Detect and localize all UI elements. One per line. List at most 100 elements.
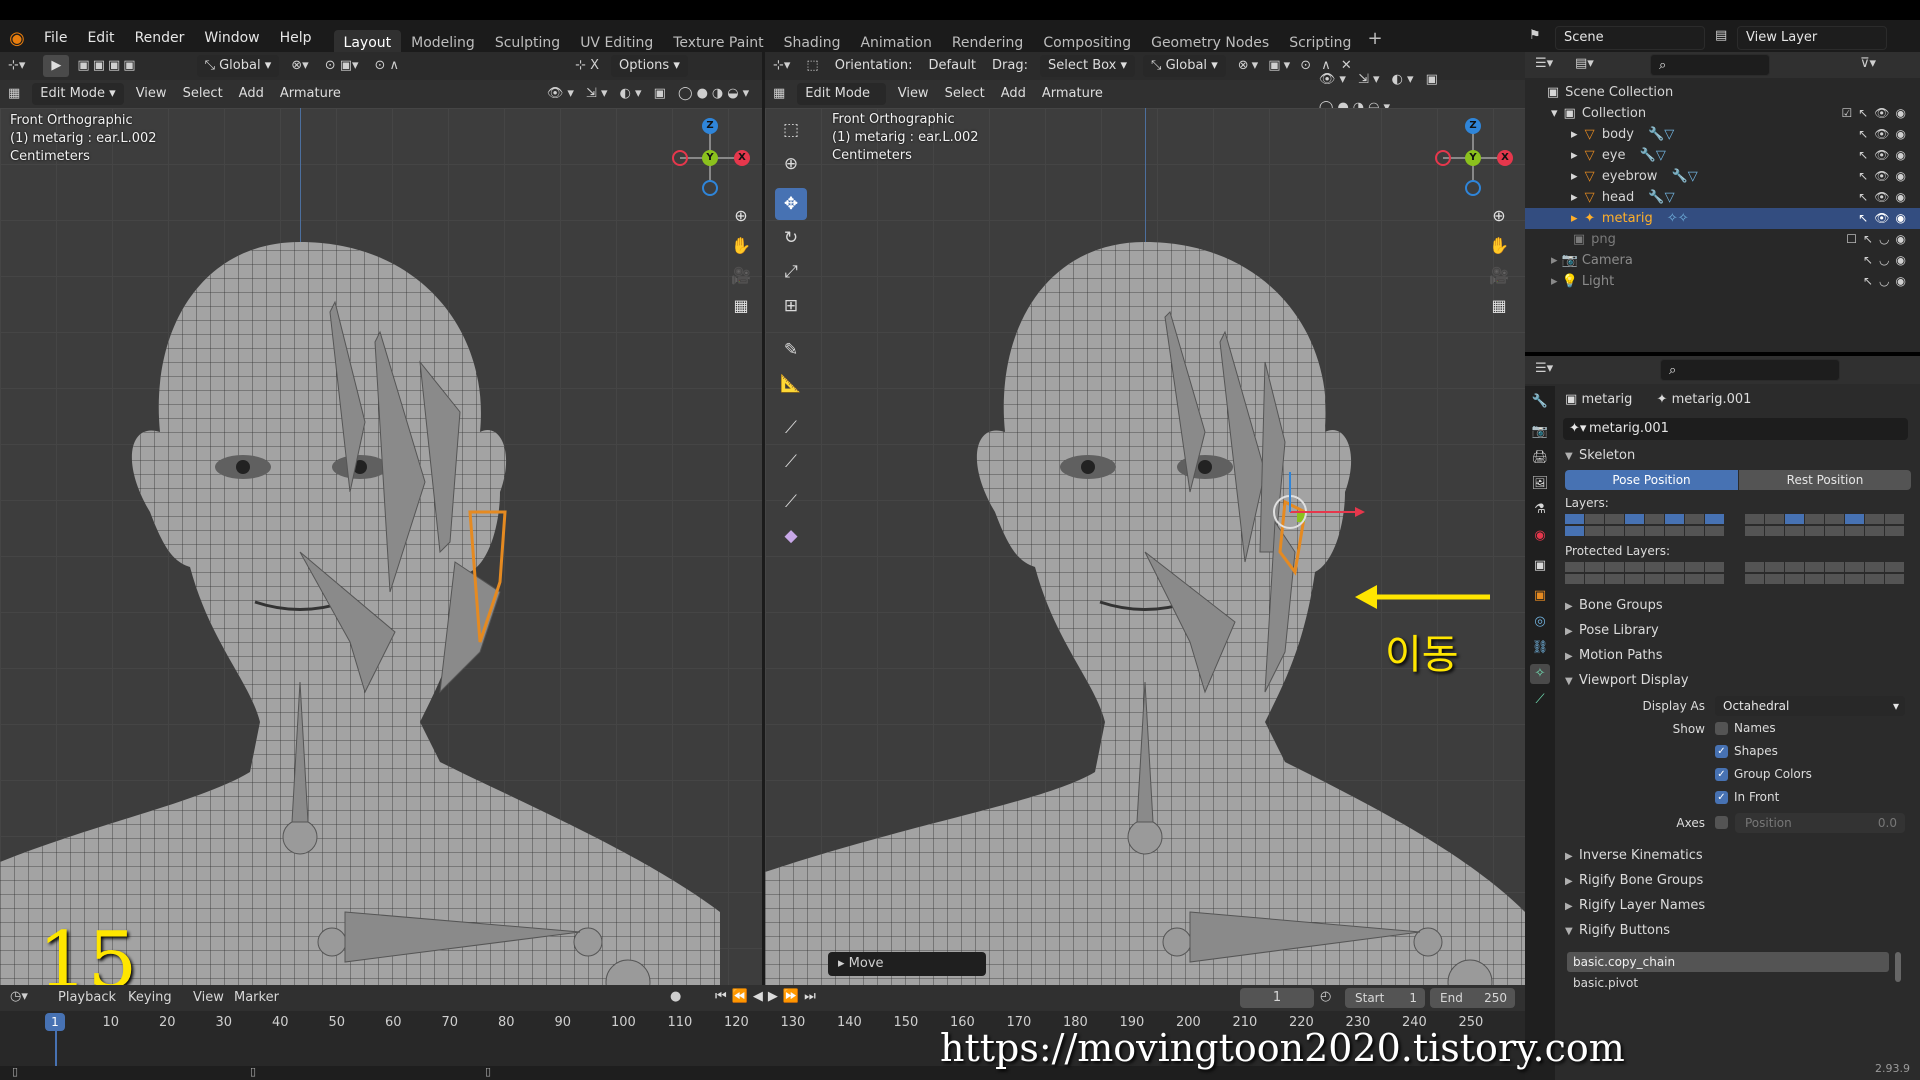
object-tab-icon[interactable]: ▣ bbox=[1530, 586, 1550, 606]
panel-motion-paths[interactable]: ▶ Motion Paths bbox=[1555, 644, 1920, 668]
ortho-grid-icon[interactable]: ▦ bbox=[727, 292, 755, 320]
menu-view-right[interactable]: View bbox=[890, 80, 937, 108]
playhead[interactable]: 1 bbox=[45, 1013, 65, 1031]
record-icon[interactable]: ● bbox=[670, 989, 681, 1004]
bone-envelope-tool-icon[interactable]: ⟋ bbox=[775, 446, 807, 478]
transform-orientation-dropdown[interactable]: ⤡ Global ▾ bbox=[196, 55, 280, 77]
gizmo-neg-x-icon[interactable] bbox=[672, 150, 688, 166]
display-as-dropdown[interactable]: Octahedral ▾ bbox=[1715, 696, 1905, 716]
gizmo-x-icon-right[interactable]: X bbox=[1497, 150, 1513, 166]
bone-tab-icon[interactable]: ⟋ bbox=[1530, 690, 1550, 710]
gizmo-z-icon-right[interactable]: Z bbox=[1465, 118, 1481, 134]
panel-rigify-bone-groups[interactable]: ▶ Rigify Bone Groups bbox=[1555, 869, 1920, 893]
snap-icon[interactable]: ⊙ ▣▾ bbox=[317, 52, 367, 80]
list-scrollbar[interactable] bbox=[1895, 952, 1901, 982]
item-toggles-head[interactable]: ↖👁◉ bbox=[1858, 187, 1912, 208]
constraints-tab-icon[interactable]: ⛓ bbox=[1530, 638, 1550, 658]
right-3d-viewport[interactable]: ⊹▾ ⬚ Orientation: Default Drag: Select B… bbox=[765, 52, 1525, 985]
end-frame-field[interactable]: End 250 bbox=[1430, 988, 1515, 1008]
gizmo-neg-z-icon[interactable] bbox=[702, 180, 718, 196]
editor-type-icon-right[interactable]: ⊹▾ bbox=[765, 52, 798, 80]
scene-field[interactable]: Scene bbox=[1555, 26, 1705, 50]
properties-search-input[interactable]: ⌕ bbox=[1660, 359, 1840, 381]
rigify-list-item[interactable]: basic.copy_chain bbox=[1567, 952, 1889, 972]
navigation-gizmo[interactable]: Z Y X bbox=[670, 118, 750, 198]
menu-render[interactable]: Render bbox=[125, 20, 195, 56]
transform-tool-icon[interactable]: ⊞ bbox=[775, 290, 807, 322]
menu-add-right[interactable]: Add bbox=[993, 80, 1034, 108]
outliner-item-body[interactable]: ▸ ▽ body 🔧▽ ↖👁◉ bbox=[1525, 124, 1920, 145]
rotate-tool-icon[interactable]: ↻ bbox=[775, 222, 807, 254]
pose-position-button[interactable]: Pose Position bbox=[1565, 470, 1738, 490]
orientation-value[interactable]: Default bbox=[921, 52, 985, 80]
options-dropdown[interactable]: Options ▾ bbox=[611, 55, 688, 77]
annotate-tool-icon[interactable]: ✎ bbox=[775, 334, 807, 366]
outliner-item-light[interactable]: ▸ 💡 Light ↖◡◉ bbox=[1525, 271, 1920, 292]
menu-view[interactable]: View bbox=[128, 80, 175, 108]
stopwatch-icon[interactable]: ◴ bbox=[1320, 989, 1331, 1004]
mode-dropdown[interactable]: Edit Mode ▾ bbox=[32, 83, 124, 105]
physics-tab-icon[interactable]: ◎ bbox=[1530, 612, 1550, 632]
panel-pose-library[interactable]: ▶ Pose Library bbox=[1555, 619, 1920, 643]
select-box-tool-icon[interactable]: ⬚ bbox=[775, 114, 807, 146]
display-mode-icon[interactable]: ▤▾ bbox=[1575, 56, 1594, 71]
protected-layer-grid[interactable] bbox=[1565, 562, 1915, 586]
outliner-editor-icon[interactable]: ☰▾ bbox=[1535, 56, 1553, 71]
outliner-collection[interactable]: ▾ ▣ Collection ☑↖👁◉ bbox=[1525, 103, 1920, 124]
menu-edit[interactable]: Edit bbox=[77, 20, 124, 56]
world-tab-icon[interactable]: ◉ bbox=[1530, 526, 1550, 546]
outliner-scene-collection[interactable]: ▣ Scene Collection bbox=[1525, 82, 1920, 103]
outliner-item-metarig[interactable]: ▸ ✦ metarig ✧✧ ↖👁◉ bbox=[1525, 208, 1920, 229]
gizmo-x-icon[interactable]: X bbox=[734, 150, 750, 166]
camera-view-icon[interactable]: 🎥 bbox=[727, 262, 755, 290]
move-tool-icon[interactable]: ✥ bbox=[775, 188, 807, 220]
tool-tab-icon[interactable]: 🔧 bbox=[1530, 392, 1550, 412]
menu-armature-right[interactable]: Armature bbox=[1034, 80, 1111, 108]
menu-add[interactable]: Add bbox=[231, 80, 272, 108]
item-toggles-eyebrow[interactable]: ↖👁◉ bbox=[1858, 166, 1912, 187]
axes-checkbox[interactable] bbox=[1715, 815, 1734, 830]
viewport-shading-icons[interactable]: 👁▾ ⇲▾ ◐▾ ▣ ◯●◑◒▾ bbox=[539, 80, 761, 108]
blender-logo-icon[interactable]: ◉ bbox=[0, 20, 34, 56]
last-operator-panel[interactable]: ▸ Move bbox=[828, 952, 986, 976]
ortho-grid-icon-right[interactable]: ▦ bbox=[1485, 292, 1513, 320]
cursor-tool-icon[interactable]: ⊕ bbox=[775, 148, 807, 180]
left-3d-viewport[interactable]: ⊹▾ ▶ ▣▣▣▣ ⤡ Global ▾ ⊗▾ ⊙ ▣▾ ⊙ ∧ ⊹ X Opt… bbox=[0, 52, 762, 985]
select-mode-icons[interactable]: ▣▣▣▣ bbox=[69, 52, 146, 80]
drag-dropdown[interactable]: Select Box ▾ bbox=[1039, 55, 1136, 77]
output-tab-icon[interactable]: 🖨 bbox=[1530, 448, 1550, 468]
panel-rigify-buttons[interactable]: ▼ Rigify Buttons bbox=[1555, 919, 1920, 943]
view-layer-field[interactable]: View Layer bbox=[1737, 26, 1887, 50]
panel-inverse-kinematics[interactable]: ▶ Inverse Kinematics bbox=[1555, 844, 1920, 868]
proportional-icon[interactable]: ⊙ ∧ bbox=[367, 52, 408, 80]
show-names-checkbox[interactable]: Names bbox=[1715, 721, 1776, 735]
rest-position-button[interactable]: Rest Position bbox=[1739, 470, 1911, 490]
menu-marker[interactable]: Marker bbox=[234, 990, 279, 1005]
armature-data-tab-icon[interactable]: ✧ bbox=[1530, 664, 1550, 684]
item-toggles-camera[interactable]: ↖◡◉ bbox=[1863, 250, 1912, 271]
editor-type-icon[interactable]: ⊹▾ bbox=[0, 52, 33, 80]
timeline-editor-icon[interactable]: ◷▾ bbox=[10, 989, 28, 1004]
item-toggles-light[interactable]: ↖◡◉ bbox=[1863, 271, 1912, 292]
transform-orientation-dropdown-right[interactable]: ⤡ Global ▾ bbox=[1143, 55, 1226, 77]
zoom-icon[interactable]: ⊕ bbox=[727, 202, 755, 230]
show-group-colors-checkbox[interactable]: ✓ Group Colors bbox=[1715, 767, 1812, 781]
show-shapes-checkbox[interactable]: ✓ Shapes bbox=[1715, 744, 1778, 758]
select-tool-icon[interactable]: ▶ bbox=[43, 55, 70, 77]
outliner-item-eyebrow[interactable]: ▸ ▽ eyebrow 🔧▽ ↖👁◉ bbox=[1525, 166, 1920, 187]
menu-select[interactable]: Select bbox=[175, 80, 231, 108]
camera-view-icon-right[interactable]: 🎥 bbox=[1485, 262, 1513, 290]
gizmo-z-icon[interactable]: Z bbox=[702, 118, 718, 134]
rigify-list-item[interactable]: basic.pivot bbox=[1567, 973, 1889, 993]
navigation-gizmo-right[interactable]: Z Y X bbox=[1433, 118, 1513, 198]
gizmo-y-icon-right[interactable]: Y bbox=[1465, 150, 1481, 166]
measure-tool-icon[interactable]: 📐 bbox=[775, 368, 807, 400]
bone-size-tool-icon[interactable]: ⟋ bbox=[775, 412, 807, 444]
menu-playback[interactable]: Playback bbox=[58, 990, 116, 1005]
scene-tab-icon[interactable]: ⚗ bbox=[1530, 500, 1550, 520]
panel-bone-groups[interactable]: ▶ Bone Groups bbox=[1555, 594, 1920, 618]
render-tab-icon[interactable]: 📷 bbox=[1530, 422, 1550, 442]
gizmo-y-icon[interactable]: Y bbox=[702, 150, 718, 166]
filter-icon[interactable]: ⊽▾ bbox=[1860, 56, 1876, 71]
mirror-x-icon[interactable]: ⊹ X bbox=[567, 52, 607, 80]
